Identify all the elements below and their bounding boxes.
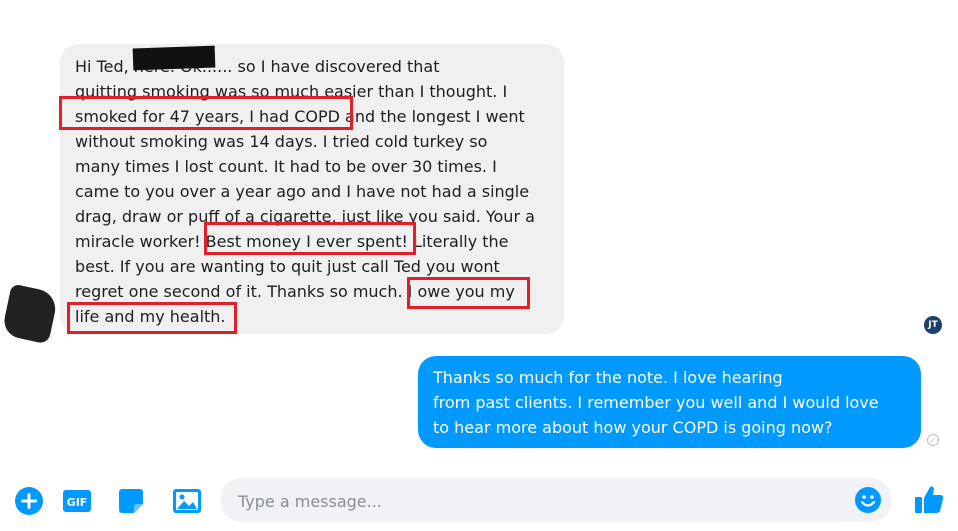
sticker-button[interactable] — [116, 486, 146, 516]
plus-button[interactable] — [14, 486, 44, 516]
redaction-mark-name-1 — [132, 45, 216, 71]
incoming-message-text: Hi Ted, here. Ok...... so I have discove… — [75, 57, 535, 326]
thumbs-up-icon — [915, 486, 944, 513]
sent-check-icon: ✓ — [927, 434, 939, 446]
message-composer: GIF — [0, 470, 958, 531]
emoji-icon — [855, 487, 881, 513]
gif-button[interactable]: GIF — [62, 486, 92, 516]
image-icon — [173, 489, 201, 513]
gif-icon: GIF — [63, 490, 91, 512]
svg-text:GIF: GIF — [67, 496, 88, 509]
emoji-button[interactable] — [854, 486, 882, 514]
message-input[interactable] — [236, 478, 840, 524]
incoming-message-bubble: Hi Ted, here. Ok...... so I have discove… — [60, 44, 564, 334]
seen-avatar: JT — [924, 316, 942, 334]
thumbs-up-button[interactable] — [912, 482, 946, 516]
sticker-icon — [119, 489, 143, 513]
redacted-avatar — [1, 283, 59, 345]
plus-icon — [15, 487, 43, 515]
message-thread: Hi Ted, here. Ok...... so I have discove… — [0, 0, 958, 470]
outgoing-message-text: Thanks so much for the note. I love hear… — [433, 368, 879, 437]
message-input-wrap — [220, 478, 892, 524]
image-button[interactable] — [172, 486, 202, 516]
outgoing-message-bubble: Thanks so much for the note. I love hear… — [418, 356, 921, 448]
